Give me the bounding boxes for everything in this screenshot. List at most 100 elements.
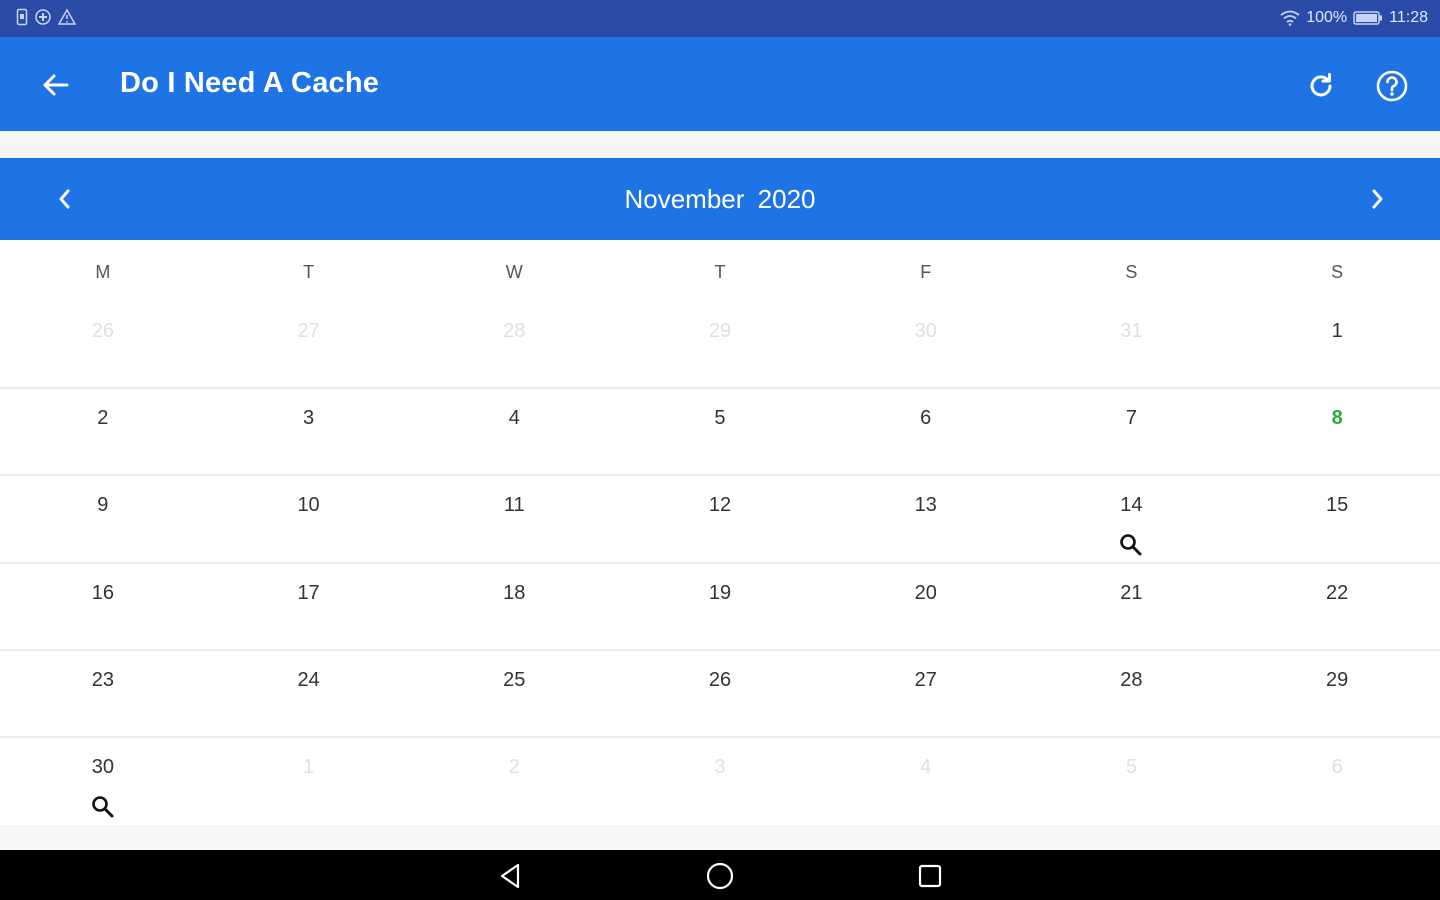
day-number: 4 — [920, 755, 932, 778]
day-cell[interactable]: 28 — [1029, 651, 1235, 736]
weekday-label: T — [303, 262, 315, 282]
day-cell[interactable]: 24 — [206, 651, 412, 736]
day-cell[interactable]: 22 — [1234, 564, 1440, 649]
help-button[interactable] — [1369, 63, 1415, 109]
day-number: 25 — [503, 668, 526, 691]
day-number: 27 — [914, 668, 937, 691]
day-cell[interactable]: 27 — [823, 651, 1029, 736]
system-nav-bar — [0, 850, 1440, 900]
day-number: 28 — [1120, 668, 1143, 691]
day-cell[interactable]: 17 — [206, 564, 412, 649]
day-cell-adjacent-month[interactable]: 26 — [0, 302, 206, 387]
day-cell-adjacent-month[interactable]: 6 — [1234, 738, 1440, 825]
day-cell[interactable]: 1 — [1234, 302, 1440, 387]
month-year-label: November 2020 — [0, 184, 1440, 215]
day-cell[interactable]: 3 — [206, 389, 412, 474]
calendar-week-row: 9 10 11 12 13 14 15 — [0, 476, 1440, 564]
refresh-icon — [1310, 73, 1332, 97]
weekday-label: S — [1125, 262, 1138, 282]
day-cell[interactable]: 19 — [617, 564, 823, 649]
weekday-header: M T W T F S S — [0, 240, 1440, 302]
nav-recents-icon — [918, 864, 942, 888]
day-number: 16 — [91, 581, 114, 604]
day-cell[interactable]: 23 — [0, 651, 206, 736]
day-number: 18 — [503, 581, 526, 604]
day-number: 26 — [91, 320, 114, 342]
day-cell[interactable]: 5 — [617, 389, 823, 474]
day-cell[interactable]: 11 — [411, 476, 617, 561]
app-bar: Do I Need A Cache — [0, 37, 1440, 131]
day-number: 8 — [1331, 407, 1343, 430]
day-cell[interactable]: 18 — [411, 564, 617, 649]
wifi-icon — [1280, 10, 1300, 26]
day-cell-adjacent-month[interactable]: 1 — [206, 738, 412, 825]
battery-percent: 100% — [1306, 9, 1348, 26]
month-header: November 2020 — [0, 158, 1440, 240]
day-cell[interactable]: 4 — [411, 389, 617, 474]
search-icon — [1120, 534, 1142, 556]
day-number: 29 — [708, 320, 732, 342]
day-number: 23 — [91, 668, 114, 691]
day-number: 20 — [914, 581, 937, 604]
day-cell[interactable]: 14 — [1029, 476, 1235, 561]
day-cell-adjacent-month[interactable]: 31 — [1029, 302, 1235, 387]
battery-icon — [1353, 11, 1383, 25]
day-cell-adjacent-month[interactable]: 5 — [1029, 738, 1235, 825]
day-number: 12 — [708, 494, 732, 517]
day-number: 24 — [297, 668, 320, 691]
header-spacer — [0, 131, 1440, 158]
calendar-week-row: 26 27 28 29 30 31 1 — [0, 302, 1440, 390]
nav-recents-button[interactable] — [910, 856, 950, 896]
warning-icon — [58, 8, 76, 25]
help-icon — [1376, 70, 1408, 102]
day-number: 27 — [297, 320, 320, 342]
day-cell[interactable]: 15 — [1234, 476, 1440, 561]
day-number: 26 — [708, 668, 732, 691]
day-cell[interactable]: 30 — [0, 738, 206, 825]
app-screen: 100% 11:28 Do I Need A Cache November 20… — [0, 0, 1440, 900]
day-cell[interactable]: 26 — [617, 651, 823, 736]
day-number: 30 — [91, 755, 114, 778]
back-button[interactable] — [30, 64, 80, 106]
day-number: 2 — [508, 755, 520, 778]
day-cell-adjacent-month[interactable]: 2 — [411, 738, 617, 825]
day-cell-adjacent-month[interactable]: 29 — [617, 302, 823, 387]
calendar-footer — [0, 825, 1440, 850]
day-cell[interactable]: 13 — [823, 476, 1029, 561]
weekday-label: F — [920, 262, 932, 282]
day-number: 30 — [914, 320, 937, 342]
day-cell[interactable]: 16 — [0, 564, 206, 649]
day-cell[interactable]: 21 — [1029, 564, 1235, 649]
day-cell-adjacent-month[interactable]: 30 — [823, 302, 1029, 387]
day-number: 9 — [97, 494, 109, 517]
day-number: 1 — [1331, 320, 1343, 342]
day-cell[interactable]: 20 — [823, 564, 1029, 649]
app-title: Do I Need A Cache — [120, 67, 380, 99]
day-cell[interactable]: 29 — [1234, 651, 1440, 736]
day-cell-adjacent-month[interactable]: 3 — [617, 738, 823, 825]
day-cell[interactable]: 7 — [1029, 389, 1235, 474]
day-cell[interactable]: 9 — [0, 476, 206, 561]
day-cell[interactable]: 6 — [823, 389, 1029, 474]
day-number: 5 — [1125, 755, 1137, 778]
next-month-button[interactable] — [1356, 178, 1398, 220]
day-number: 17 — [297, 581, 320, 604]
day-cell-adjacent-month[interactable]: 27 — [206, 302, 412, 387]
day-number: 21 — [1120, 581, 1143, 604]
year: 2020 — [757, 184, 816, 214]
nav-home-button[interactable] — [700, 856, 740, 896]
day-cell[interactable]: 25 — [411, 651, 617, 736]
day-cell[interactable]: 2 — [0, 389, 206, 474]
day-cell-adjacent-month[interactable]: 28 — [411, 302, 617, 387]
nav-back-button[interactable] — [490, 856, 530, 896]
day-cell[interactable]: 12 — [617, 476, 823, 561]
refresh-button[interactable] — [1298, 63, 1344, 109]
day-number: 6 — [920, 407, 932, 430]
status-bar: 100% 11:28 — [0, 0, 1440, 37]
day-number: 19 — [708, 581, 732, 604]
day-number: 31 — [1120, 320, 1143, 342]
day-cell-adjacent-month[interactable]: 4 — [823, 738, 1029, 825]
day-number: 29 — [1326, 668, 1349, 691]
day-cell-today[interactable]: 8 — [1234, 389, 1440, 474]
day-cell[interactable]: 10 — [206, 476, 412, 561]
